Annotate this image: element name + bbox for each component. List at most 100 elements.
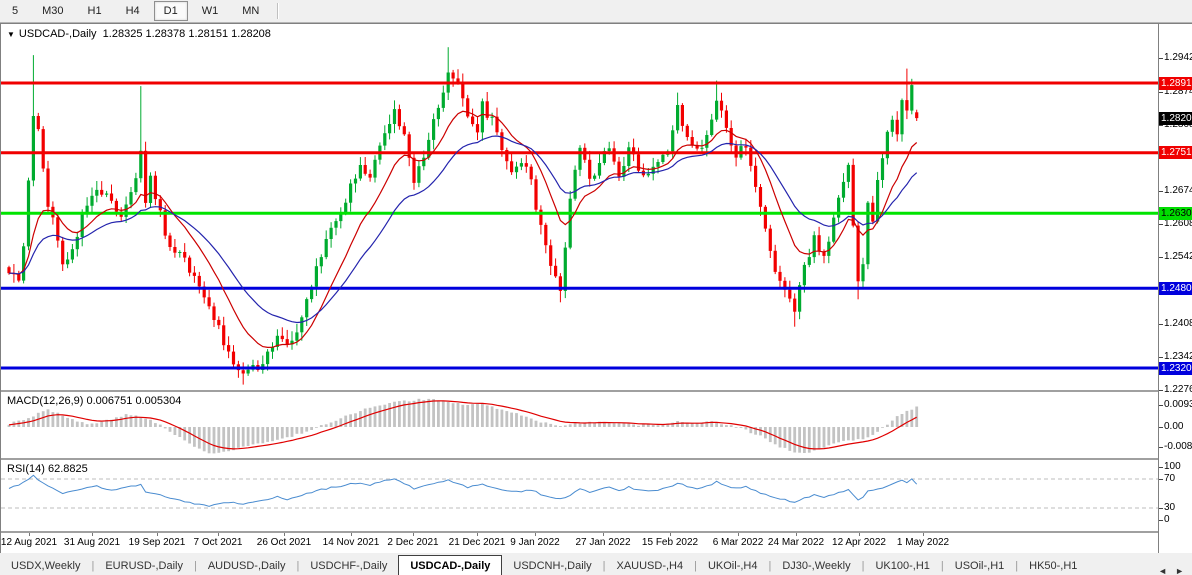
- axis-tick: [1159, 447, 1163, 448]
- horizontal-lines-layer: [1, 83, 1158, 368]
- price-tick-label: 1.22760: [1164, 384, 1192, 395]
- panel-separator[interactable]: [1, 390, 1192, 393]
- timeframe-button-H1[interactable]: H1: [78, 1, 112, 21]
- date-label: 24 Mar 2022: [768, 537, 824, 548]
- tabs-scroll-left-icon[interactable]: ◄: [1158, 566, 1167, 575]
- chart-tab-hk50-h1[interactable]: HK50-,H1: [1018, 557, 1088, 575]
- date-label: 15 Feb 2022: [642, 537, 698, 548]
- date-tick: [157, 533, 158, 536]
- price-line-badge-1.28912: 1.28912: [1159, 77, 1192, 90]
- chart-tab-dj30-weekly[interactable]: DJ30-,Weekly: [771, 557, 861, 575]
- price-line-badge-1.28208: 1.28208: [1159, 112, 1192, 125]
- price-tick-label: 1.23420: [1164, 351, 1192, 362]
- date-tick: [218, 533, 219, 536]
- axis-tick: [1159, 467, 1163, 468]
- date-tick: [670, 533, 671, 536]
- timeframe-toolbar: 5M30H1H4D1W1MN: [0, 0, 1192, 23]
- date-label: 31 Aug 2021: [64, 537, 120, 548]
- timeframe-button-H4[interactable]: H4: [116, 1, 150, 21]
- date-label: 12 Apr 2022: [832, 537, 886, 548]
- date-tick: [738, 533, 739, 536]
- price-tick-label: 1.24080: [1164, 318, 1192, 329]
- axis-tick: [1159, 405, 1163, 406]
- date-label: 2 Dec 2021: [387, 537, 438, 548]
- chart-title: ▼USDCAD-,Daily 1.28325 1.28378 1.28151 1…: [7, 28, 271, 40]
- chart-tab-usdx-weekly[interactable]: USDX,Weekly: [0, 557, 91, 575]
- date-tick: [859, 533, 860, 536]
- rsi-value: 62.8825: [48, 463, 88, 475]
- macd-name: MACD(12,26,9): [7, 395, 83, 407]
- date-axis[interactable]: 12 Aug 202131 Aug 202119 Sep 20217 Oct 2…: [1, 533, 1158, 553]
- chart-tab-audusd-daily[interactable]: AUDUSD-,Daily: [197, 557, 297, 575]
- date-tick: [413, 533, 414, 536]
- axis-tick: [1159, 58, 1163, 59]
- rsi-axis-label: 30: [1164, 502, 1175, 513]
- macd-signal-value: 0.005304: [135, 395, 181, 407]
- chart-tab-usdcnh-daily[interactable]: USDCNH-,Daily: [502, 557, 602, 575]
- axis-tick: [1159, 224, 1163, 225]
- chart-tab-xauusd-h4[interactable]: XAUUSD-,H4: [605, 557, 694, 575]
- rsi-axis-label: 70: [1164, 473, 1175, 484]
- macd-indicator-label: MACD(12,26,9) 0.006751 0.005304: [7, 395, 181, 407]
- timeframe-button-5[interactable]: 5: [2, 1, 28, 21]
- date-tick: [603, 533, 604, 536]
- chart-tab-uk100-h1[interactable]: UK100-,H1: [864, 557, 940, 575]
- timeframe-button-W1[interactable]: W1: [192, 1, 229, 21]
- bar-close-value: 1.28208: [231, 28, 271, 40]
- chart-tab-usdchf-daily[interactable]: USDCHF-,Daily: [299, 557, 398, 575]
- chart-tab-usoil-h1[interactable]: USOil-,H1: [944, 557, 1016, 575]
- price-axis[interactable]: 1.294201.287401.280801.274201.267401.260…: [1158, 24, 1192, 553]
- macd-axis-label: 0.009345: [1164, 399, 1192, 410]
- chart-tab-usdcad-daily[interactable]: USDCAD-,Daily: [398, 555, 502, 575]
- toolbar-separator: [277, 3, 279, 19]
- date-tick: [284, 533, 285, 536]
- chart-tabs-bar: USDX,Weekly|EURUSD-,Daily|AUDUSD-,Daily|…: [0, 552, 1192, 575]
- date-label: 6 Mar 2022: [713, 537, 764, 548]
- rsi-axis-label: 0: [1164, 514, 1170, 525]
- date-tick: [92, 533, 93, 536]
- timeframe-button-MN[interactable]: MN: [232, 1, 269, 21]
- date-label: 26 Oct 2021: [257, 537, 311, 548]
- date-label: 1 May 2022: [897, 537, 949, 548]
- price-line-badge-1.26303: 1.26303: [1159, 207, 1192, 220]
- timeframe-button-D1[interactable]: D1: [154, 1, 188, 21]
- price-tick-label: 1.29420: [1164, 52, 1192, 63]
- rsi-indicator-label: RSI(14) 62.8825: [7, 463, 88, 475]
- axis-tick: [1159, 191, 1163, 192]
- axis-tick: [1159, 390, 1163, 391]
- bar-high-value: 1.28378: [146, 28, 186, 40]
- rsi-line: [9, 475, 917, 506]
- date-tick: [351, 533, 352, 536]
- chart-window: ▼USDCAD-,Daily 1.28325 1.28378 1.28151 1…: [0, 23, 1192, 552]
- axis-tick: [1159, 520, 1163, 521]
- date-tick: [477, 533, 478, 536]
- axis-tick: [1159, 357, 1163, 358]
- collapse-indicator-icon[interactable]: ▼: [7, 30, 15, 39]
- date-label: 21 Dec 2021: [449, 537, 506, 548]
- trading-platform-window: 5M30H1H4D1W1MN ▼USDCAD-,Daily 1.28325 1.…: [0, 0, 1192, 575]
- timeframe-button-M30[interactable]: M30: [32, 1, 73, 21]
- chart-tab-eurusd-daily[interactable]: EURUSD-,Daily: [94, 557, 194, 575]
- date-tick: [29, 533, 30, 536]
- price-line-badge-1.23203: 1.23203: [1159, 362, 1192, 375]
- price-line-badge-1.27515: 1.27515: [1159, 146, 1192, 159]
- date-tick: [923, 533, 924, 536]
- rsi-name: RSI(14): [7, 463, 45, 475]
- tabs-scroll-right-icon[interactable]: ►: [1175, 566, 1184, 575]
- date-tick: [796, 533, 797, 536]
- axis-tick: [1159, 508, 1163, 509]
- axis-tick: [1159, 479, 1163, 480]
- axis-tick: [1159, 92, 1163, 93]
- macd-main-value: 0.006751: [86, 395, 132, 407]
- date-label: 19 Sep 2021: [129, 537, 186, 548]
- bar-low-value: 1.28151: [188, 28, 228, 40]
- panel-separator[interactable]: [1, 458, 1192, 461]
- date-label: 14 Nov 2021: [323, 537, 380, 548]
- axis-tick: [1159, 324, 1163, 325]
- axis-tick: [1159, 427, 1163, 428]
- chart-symbol-period: USDCAD-,Daily: [19, 28, 97, 40]
- chart-tab-ukoil-h4[interactable]: UKOil-,H4: [697, 557, 769, 575]
- macd-axis-label: -0.008902: [1164, 441, 1192, 452]
- date-label: 7 Oct 2021: [194, 537, 243, 548]
- price-chart-canvas[interactable]: [1, 24, 1158, 553]
